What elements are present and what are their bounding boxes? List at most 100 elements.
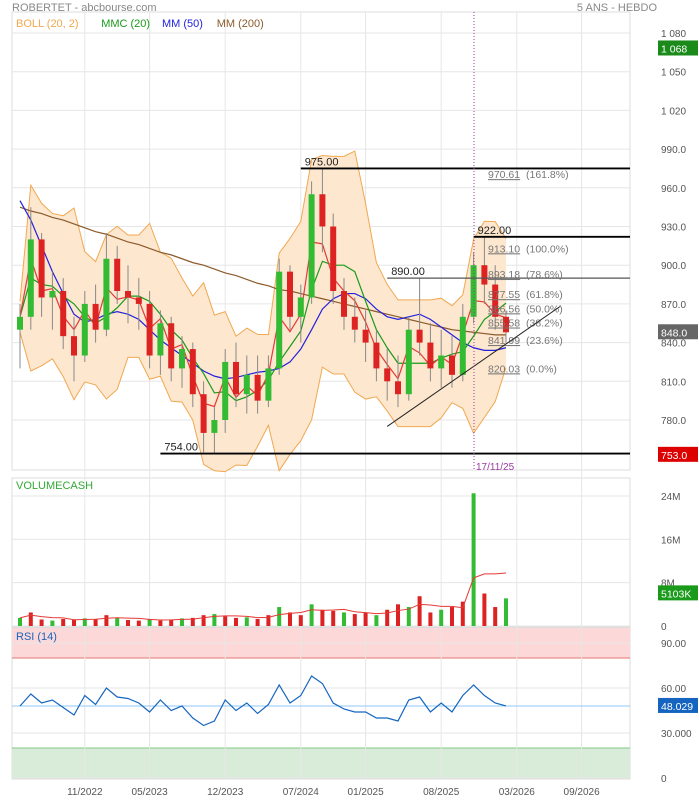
fib-value-label: 877.55	[488, 289, 520, 301]
volume-tag: 5103K	[661, 588, 691, 600]
volume-bar	[309, 604, 314, 626]
rsi-tick-label: 30.000	[661, 729, 692, 740]
level-label: 975.00	[305, 156, 339, 168]
fib-value-label: 970.61	[488, 169, 520, 181]
candle-body	[373, 342, 380, 369]
candle-body	[330, 226, 337, 291]
volume-panel-title: VOLUMECASH	[16, 480, 93, 492]
candle-body	[211, 420, 218, 433]
candle-body	[243, 374, 250, 395]
rsi-line	[19, 675, 507, 727]
volume-bar	[201, 615, 206, 626]
volume-bar	[136, 620, 141, 626]
volume-bar	[72, 620, 76, 626]
y-tick-label: 990.0	[661, 145, 686, 156]
candle-body	[71, 336, 77, 356]
candle-body	[481, 265, 488, 285]
level-label: 890.00	[391, 266, 425, 278]
candle-body	[233, 361, 239, 395]
y-tick-label: 930.0	[661, 223, 686, 234]
fib-percent-label: (0.0%)	[526, 363, 557, 375]
candle-body	[405, 329, 412, 395]
candle-body	[287, 271, 293, 317]
volume-bar	[244, 617, 249, 626]
candle-body	[362, 329, 369, 343]
volume-bar	[61, 618, 66, 626]
legend-item: BOLL (20, 2)	[16, 18, 79, 30]
y-tick-label: 870.0	[661, 300, 686, 311]
candle	[308, 181, 315, 304]
volume-bar	[374, 615, 379, 626]
rsi-oversold-zone	[12, 748, 630, 778]
legend-item: MMC (20)	[101, 18, 150, 30]
volume-tick-label: 16M	[661, 535, 680, 546]
x-tick-label: 11/2022	[67, 787, 103, 798]
fib-percent-label: (78.6%)	[526, 269, 563, 281]
candle-body	[135, 297, 142, 304]
candle	[330, 213, 337, 304]
price-tag: 848.0	[661, 327, 687, 339]
price-tag: 1 068	[661, 43, 687, 55]
candle-body	[168, 323, 175, 369]
volume-bar	[147, 618, 152, 626]
fib-percent-label: (161.8%)	[526, 169, 569, 181]
volume-bar	[504, 598, 508, 626]
candle-body	[427, 342, 434, 369]
volume-bar	[428, 612, 433, 626]
rsi-tag: 48.029	[661, 701, 693, 713]
y-tick-label: 1 020	[661, 106, 686, 117]
volume-average-line	[19, 572, 507, 621]
y-tick-label: 900.0	[661, 261, 686, 272]
volume-bar	[482, 593, 487, 626]
fib-value-label: 893.18	[488, 269, 520, 281]
x-tick-label: 07/2024	[283, 787, 320, 798]
volume-bar	[493, 607, 498, 626]
volume-bar	[450, 607, 454, 626]
candle-body	[449, 355, 455, 375]
date-marker-label: 17/11/25	[476, 462, 515, 473]
volume-bar	[342, 612, 346, 626]
price-tag: 753.0	[661, 450, 687, 462]
fib-value-label: 913.10	[488, 243, 520, 255]
volume-bar	[104, 615, 109, 626]
candle-body	[254, 374, 261, 401]
candle-body	[17, 316, 23, 330]
rsi-panel-title: RSI (14)	[16, 631, 57, 643]
volume-bar	[396, 604, 400, 626]
volume-tick-label: 0	[661, 622, 667, 633]
candle-body	[60, 291, 67, 337]
y-tick-label: 810.0	[661, 377, 686, 388]
fib-value-label: 855.58	[488, 318, 520, 330]
y-tick-label: 960.0	[661, 184, 686, 195]
fib-percent-label: (50.0%)	[526, 303, 563, 315]
candle-body	[125, 291, 131, 298]
candle-body	[114, 258, 121, 291]
fib-value-label: 820.03	[488, 363, 520, 375]
candle-body	[276, 271, 283, 369]
volume-tick-label: 24M	[661, 492, 680, 503]
x-tick-label: 08/2025	[423, 787, 460, 798]
volume-bar	[320, 609, 325, 626]
y-tick-label: 1 080	[661, 29, 686, 40]
candle-body	[200, 394, 207, 433]
candle-body	[222, 361, 229, 420]
legend-item: MM (50)	[162, 18, 203, 30]
x-tick-label: 05/2023	[132, 787, 169, 798]
volume-bar	[39, 619, 44, 626]
candle-body	[297, 297, 304, 317]
level-label: 922.00	[478, 225, 512, 237]
volume-bar	[234, 617, 238, 626]
volume-bar	[331, 610, 336, 626]
volume-bar	[352, 614, 357, 626]
candle-body	[438, 355, 445, 369]
volume-bar	[255, 618, 260, 626]
volume-bar	[471, 493, 476, 626]
volume-bar	[126, 620, 130, 626]
candle-body	[341, 291, 347, 317]
candle-body	[265, 368, 272, 401]
candle-body	[146, 303, 153, 356]
candle-body	[81, 303, 88, 356]
candle-body	[395, 381, 401, 395]
candle	[276, 258, 283, 375]
volume-bar	[18, 617, 22, 626]
